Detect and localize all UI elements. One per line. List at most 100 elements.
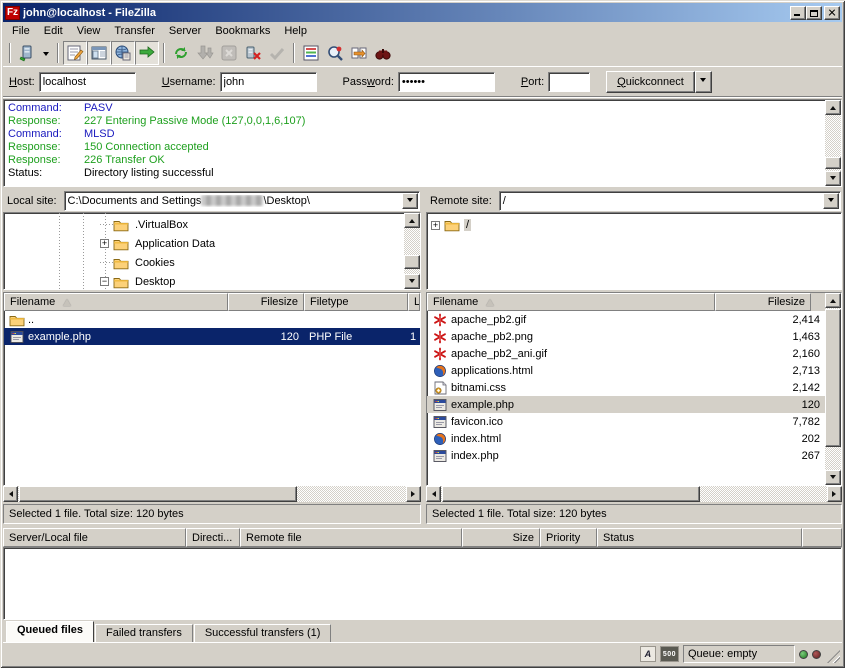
find-files-button[interactable]: [371, 41, 395, 65]
site-manager-dropdown-button[interactable]: [39, 41, 53, 65]
scroll-down-button[interactable]: [404, 274, 420, 289]
column-header[interactable]: Filesize: [228, 293, 304, 311]
scrollbar-thumb[interactable]: [825, 309, 841, 447]
column-header[interactable]: [802, 528, 842, 547]
log-vertical-scrollbar[interactable]: [825, 100, 841, 186]
scrollbar-thumb[interactable]: [19, 486, 297, 502]
file-row[interactable]: apache_pb2.png1,463: [427, 328, 825, 345]
port-input[interactable]: [548, 72, 590, 92]
column-header[interactable]: Priority: [540, 528, 597, 547]
file-row[interactable]: applications.html2,713: [427, 362, 825, 379]
column-header[interactable]: Filename: [427, 293, 715, 311]
menu-item-help[interactable]: Help: [277, 23, 314, 39]
file-type-icon: [432, 330, 448, 344]
menu-item-bookmarks[interactable]: Bookmarks: [208, 23, 277, 39]
queue-tab[interactable]: Queued files: [6, 621, 94, 642]
queue-tab[interactable]: Successful transfers (1): [194, 624, 332, 642]
remote-site-combo[interactable]: /: [499, 191, 841, 211]
username-input[interactable]: [220, 72, 317, 92]
menu-item-view[interactable]: View: [70, 23, 108, 39]
directory-comparison-button[interactable]: [323, 41, 347, 65]
tree-expander-icon[interactable]: +: [431, 221, 440, 230]
local-horizontal-scrollbar[interactable]: [3, 486, 421, 502]
file-row[interactable]: bitnami.css2,142: [427, 379, 825, 396]
toggle-transfer-queue-button[interactable]: [135, 41, 159, 65]
message-log: Command:PASVResponse:227 Entering Passiv…: [3, 99, 842, 187]
cancel-operation-button[interactable]: [217, 41, 241, 65]
file-row[interactable]: ..: [4, 311, 420, 328]
quickconnect-button[interactable]: Quickconnect: [606, 71, 695, 93]
process-queue-button[interactable]: [193, 41, 217, 65]
file-row[interactable]: index.php267: [427, 447, 825, 464]
refresh-button[interactable]: [169, 41, 193, 65]
file-row[interactable]: example.php120: [427, 396, 825, 413]
column-header[interactable]: Server/Local file: [3, 528, 186, 547]
toggle-local-tree-button[interactable]: [87, 41, 111, 65]
tree-item[interactable]: +Application Data: [4, 234, 404, 253]
scrollbar-thumb[interactable]: [404, 255, 420, 269]
tree-item[interactable]: +/: [431, 217, 841, 233]
scroll-right-button[interactable]: [827, 486, 842, 502]
remote-horizontal-scrollbar[interactable]: [426, 486, 842, 502]
folder-icon: [113, 256, 129, 270]
column-header[interactable]: Remote file: [240, 528, 462, 547]
scrollbar-thumb[interactable]: [825, 157, 841, 169]
menu-item-edit[interactable]: Edit: [37, 23, 70, 39]
column-header[interactable]: Status: [597, 528, 802, 547]
tree-item[interactable]: Cookies: [4, 253, 404, 272]
file-row[interactable]: index.html202: [427, 430, 825, 447]
reconnect-button[interactable]: [265, 41, 289, 65]
disconnect-button[interactable]: [241, 41, 265, 65]
menu-item-server[interactable]: Server: [162, 23, 208, 39]
scroll-up-button[interactable]: [825, 100, 841, 115]
column-header[interactable]: Size: [462, 528, 540, 547]
speed-limit-icon[interactable]: 500: [660, 646, 679, 662]
remote-site-dropdown-button[interactable]: [823, 193, 839, 209]
password-input[interactable]: [398, 72, 495, 92]
file-size: 2,160: [715, 348, 825, 360]
transfer-queue-list[interactable]: [3, 547, 842, 620]
maximize-button[interactable]: [806, 6, 822, 20]
remote-list-scrollbar[interactable]: [825, 293, 841, 485]
scrollbar-thumb[interactable]: [442, 486, 700, 502]
column-header[interactable]: Directi...: [186, 528, 240, 547]
file-row[interactable]: example.php120PHP File1: [4, 328, 420, 345]
menu-item-transfer[interactable]: Transfer: [107, 23, 162, 39]
file-row[interactable]: apache_pb2_ani.gif2,160: [427, 345, 825, 362]
tree-item[interactable]: .VirtualBox: [4, 215, 404, 234]
file-row[interactable]: apache_pb2.gif2,414: [427, 311, 825, 328]
host-input[interactable]: [39, 72, 136, 92]
scroll-down-button[interactable]: [825, 470, 841, 485]
resize-grip[interactable]: [827, 650, 840, 663]
menu-item-file[interactable]: File: [5, 23, 37, 39]
minimize-button[interactable]: [790, 6, 806, 20]
file-row[interactable]: favicon.ico7,782: [427, 413, 825, 430]
toggle-remote-tree-button[interactable]: [111, 41, 135, 65]
scroll-down-button[interactable]: [825, 171, 841, 186]
scroll-left-button[interactable]: [3, 486, 18, 502]
column-header[interactable]: Filetype: [304, 293, 408, 311]
log-line: Response:150 Connection accepted: [8, 141, 825, 154]
scroll-left-button[interactable]: [426, 486, 441, 502]
data-type-icon[interactable]: A: [640, 646, 656, 662]
directory-listing-filters-button[interactable]: [299, 41, 323, 65]
tree-expander-icon[interactable]: −: [100, 277, 109, 286]
queue-tab[interactable]: Failed transfers: [95, 624, 193, 642]
tree-item[interactable]: −Desktop: [4, 272, 404, 290]
tree-expander-icon[interactable]: +: [100, 239, 109, 248]
scroll-up-button[interactable]: [404, 213, 420, 228]
close-button[interactable]: [824, 6, 840, 20]
toggle-message-log-button[interactable]: [63, 41, 87, 65]
scroll-up-button[interactable]: [825, 293, 841, 308]
local-tree-scrollbar[interactable]: [404, 213, 420, 289]
site-manager-button[interactable]: [15, 41, 39, 65]
column-header[interactable]: Filename: [4, 293, 228, 311]
quickconnect-dropdown-button[interactable]: [695, 71, 712, 93]
title-bar[interactable]: Fz john@localhost - FileZilla: [3, 3, 842, 22]
scroll-right-button[interactable]: [406, 486, 421, 502]
local-site-combo[interactable]: C:\Documents and Settings\Desktop\: [64, 191, 420, 211]
column-header[interactable]: Filesize: [715, 293, 811, 311]
column-header[interactable]: L: [408, 293, 420, 311]
local-site-dropdown-button[interactable]: [402, 193, 418, 209]
synchronized-browsing-button[interactable]: [347, 41, 371, 65]
